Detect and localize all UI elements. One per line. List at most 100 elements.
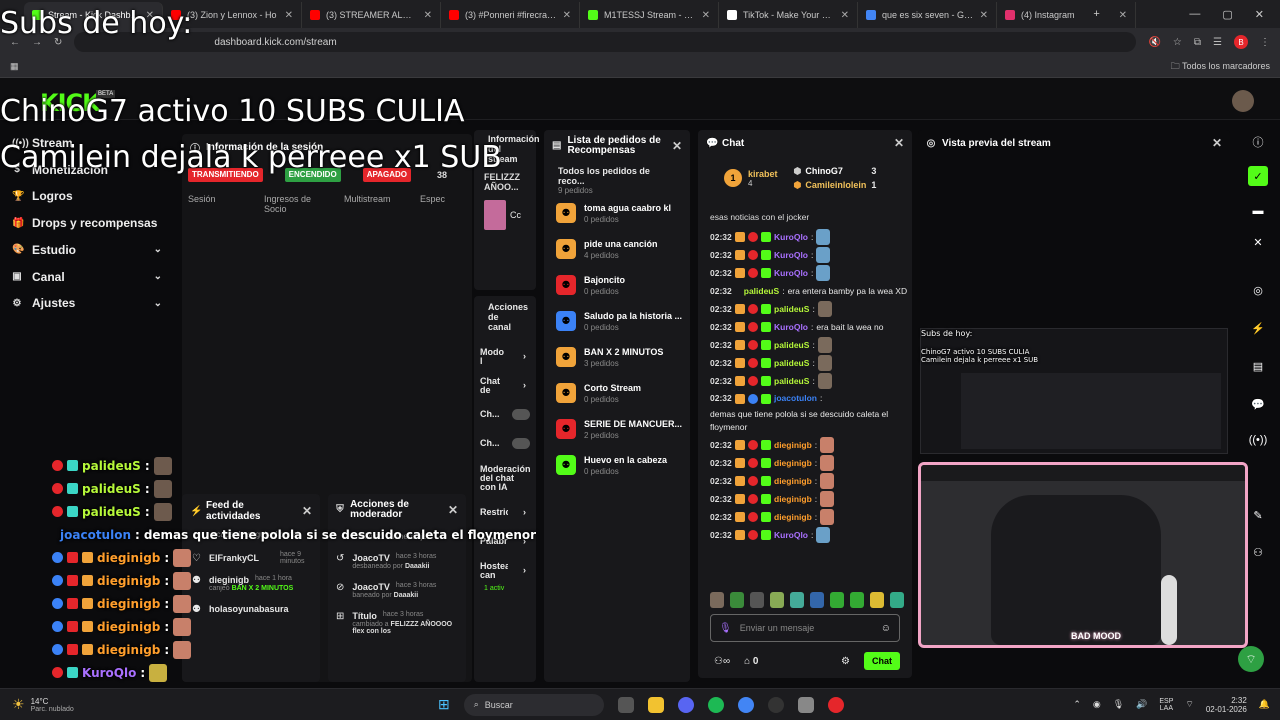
file-explorer-icon[interactable] bbox=[647, 696, 664, 713]
emoji-icon[interactable]: ☺ bbox=[881, 623, 891, 634]
layout-icon[interactable]: ▬ bbox=[1248, 201, 1268, 221]
reward-item[interactable]: ⚉ Corto Stream 0 pedidos bbox=[556, 383, 678, 419]
close-tab-icon[interactable]: ✕ bbox=[1119, 10, 1127, 21]
spotify-icon[interactable] bbox=[707, 696, 724, 713]
sidebar-item-logros[interactable]: 🏆 Logros bbox=[12, 189, 162, 203]
close-tab-icon[interactable]: ✕ bbox=[424, 10, 432, 21]
close-icon[interactable]: ✕ bbox=[1212, 136, 1222, 150]
task-view-icon[interactable] bbox=[617, 696, 634, 713]
menu-icon[interactable]: ☰ bbox=[1213, 37, 1222, 48]
close-window-button[interactable]: ✕ bbox=[1255, 8, 1264, 21]
browser-tab[interactable]: TikTok - Make Your Day ✕ bbox=[719, 2, 858, 28]
sidebar-item-estudio[interactable]: 🎨 Estudio ⌄ bbox=[12, 243, 162, 257]
preview-icon[interactable]: ◎ bbox=[1248, 280, 1268, 300]
settings-icon[interactable]: ⚙ bbox=[841, 656, 850, 667]
sidebar-item-ajustes[interactable]: ⚙ Ajustes ⌄ bbox=[12, 296, 162, 310]
chat-message[interactable]: 02:32 dieginigb: bbox=[710, 436, 906, 454]
channel-action-item[interactable]: Chat de › bbox=[480, 371, 530, 400]
chrome-icon[interactable] bbox=[737, 696, 754, 713]
reward-item[interactable]: ⚉ Bajoncito 0 pedidos bbox=[556, 275, 678, 311]
close-tab-icon[interactable]: ✕ bbox=[980, 10, 988, 21]
chat-message[interactable]: 02:32 KuroQlo: bbox=[710, 228, 906, 246]
chat-message[interactable]: 02:32 palideuS: bbox=[710, 336, 906, 354]
send-chat-button[interactable]: Chat bbox=[864, 652, 900, 670]
bolt-icon[interactable]: ⚡ bbox=[1248, 318, 1268, 338]
chat-message[interactable]: 02:32 KuroQlo: bbox=[710, 264, 906, 282]
mute-icon[interactable]: 🔇 bbox=[1148, 37, 1160, 48]
chat-message[interactable]: 02:32 dieginigb: bbox=[710, 472, 906, 490]
browser-tab[interactable]: (3) #Ponneri #firecrackers ✕ bbox=[441, 2, 580, 28]
emote-icon[interactable] bbox=[730, 592, 744, 608]
sidebar-item-drops-y-recompensas[interactable]: 🎁 Drops y recompensas bbox=[12, 216, 162, 230]
chevron-up-icon[interactable]: ⌃ bbox=[1073, 699, 1081, 710]
close-icon[interactable]: ✕ bbox=[1248, 232, 1268, 252]
reward-item[interactable]: ⚉ SERIE DE MANCUER... 2 pedidos bbox=[556, 419, 682, 455]
mic-icon[interactable]: 🎙 bbox=[719, 623, 732, 634]
close-tab-icon[interactable]: ✕ bbox=[702, 10, 710, 21]
more-icon[interactable]: ⋮ bbox=[1260, 37, 1270, 48]
chat-message[interactable]: 02:32 dieginigb: bbox=[710, 490, 906, 508]
info-icon[interactable]: ⓘ bbox=[1248, 132, 1268, 152]
channel-action-item[interactable]: Ch... bbox=[480, 400, 530, 429]
chat-message[interactable]: 02:32 joacotulon: demas que tiene pololа s… bbox=[710, 390, 906, 436]
emote-icon[interactable] bbox=[810, 592, 824, 608]
extensions-icon[interactable]: ⧉ bbox=[1194, 37, 1201, 48]
emote-icon[interactable] bbox=[770, 592, 784, 608]
taskbar-search[interactable]: ⌕ Buscar bbox=[463, 693, 604, 716]
obs-icon[interactable] bbox=[767, 696, 784, 713]
speaker-icon[interactable]: 🔊 bbox=[1136, 699, 1147, 710]
notifications-icon[interactable]: 🔔 bbox=[1259, 699, 1270, 710]
chat-username[interactable]: palideuS bbox=[774, 358, 809, 368]
chat-username[interactable]: dieginigb bbox=[774, 440, 812, 450]
minimize-button[interactable]: — bbox=[1189, 8, 1200, 20]
reward-item[interactable]: ⚉ Huevo en la cabeza 0 pedidos bbox=[556, 455, 678, 491]
points-icon[interactable]: ⌂ 0 bbox=[744, 656, 758, 667]
chat-username[interactable]: dieginigb bbox=[774, 476, 812, 486]
new-tab-button[interactable]: + bbox=[1093, 8, 1099, 20]
browser-tab[interactable]: M1TESSJ Stream - Watch ✕ bbox=[580, 2, 719, 28]
users-icon[interactable]: ⚇∞ bbox=[714, 656, 730, 667]
wrench-icon[interactable]: ✎ bbox=[1248, 505, 1268, 525]
bookmarks-folder[interactable]: 🗀 Todos los marcadores bbox=[1171, 59, 1270, 75]
close-icon[interactable]: ✕ bbox=[894, 136, 904, 150]
broadcast-icon[interactable]: ((•)) bbox=[1248, 430, 1268, 450]
emote-icon[interactable] bbox=[750, 592, 764, 608]
check-icon[interactable]: ✓ bbox=[1248, 166, 1268, 186]
chat-username[interactable]: joacotulon bbox=[774, 392, 817, 405]
chat-username[interactable]: dieginigb bbox=[774, 512, 812, 522]
emote-icon[interactable] bbox=[890, 592, 904, 608]
chat-username[interactable]: KuroQlo bbox=[774, 250, 808, 260]
rewards-all[interactable]: Todos los pedidos de reco... 9 pedidos bbox=[544, 162, 690, 199]
emote-icon[interactable] bbox=[850, 592, 864, 608]
profile-avatar[interactable]: B bbox=[1234, 35, 1248, 49]
close-tab-icon[interactable]: ✕ bbox=[285, 10, 293, 21]
emote-icon[interactable] bbox=[790, 592, 804, 608]
browser-tab[interactable]: (3) STREAMER ALCOHOLI ✕ bbox=[302, 2, 441, 28]
discord-icon[interactable] bbox=[677, 696, 694, 713]
emote-icon[interactable] bbox=[870, 592, 884, 608]
star-icon[interactable]: ☆ bbox=[1173, 37, 1182, 48]
chat-message[interactable]: 02:32 KuroQlo: bbox=[710, 246, 906, 264]
chat-message[interactable]: 02:32 KuroQlo: bbox=[710, 526, 906, 544]
reward-item[interactable]: ⚉ BAN X 2 MINUTOS 3 pedidos bbox=[556, 347, 678, 383]
chat-message[interactable]: 02:32 KuroQlo: era bait la wea no bbox=[710, 318, 906, 336]
chat-message[interactable]: 02:32 palideuS: bbox=[710, 372, 906, 390]
chat-message[interactable]: 02:32 palideuS: bbox=[710, 354, 906, 372]
reward-item[interactable]: ⚉ toma agua caabro kl 0 pedidos bbox=[556, 203, 678, 239]
emote-icon[interactable] bbox=[830, 592, 844, 608]
chat-username[interactable]: KuroQlo bbox=[774, 232, 808, 242]
user-avatar[interactable] bbox=[1232, 90, 1254, 112]
chat-input[interactable]: 🎙 Enviar un mensaje ☺ bbox=[710, 614, 900, 642]
chat-message[interactable]: 02:32 dieginigb: bbox=[710, 508, 906, 526]
weather-widget[interactable]: ☀ 14°C Parc. nublado bbox=[0, 696, 180, 713]
emote-icon[interactable] bbox=[710, 592, 724, 608]
sidebar-item-canal[interactable]: ▣ Canal ⌄ bbox=[12, 270, 162, 284]
chat-username[interactable]: KuroQlo bbox=[774, 322, 808, 332]
toggle-switch[interactable] bbox=[511, 438, 530, 449]
chat-username[interactable]: KuroQlo bbox=[774, 530, 808, 540]
preview-video[interactable]: Subs de hoy: ChinoG7 activo 10 SUBS CULI… bbox=[920, 328, 1228, 454]
app-icon[interactable] bbox=[797, 696, 814, 713]
url-field[interactable]: dashboard.kick.com/stream bbox=[74, 32, 1137, 52]
browser-tab[interactable]: (4) Instagram ✕ bbox=[997, 2, 1136, 28]
browser-tab[interactable]: que es six seven - Google ✕ bbox=[858, 2, 997, 28]
